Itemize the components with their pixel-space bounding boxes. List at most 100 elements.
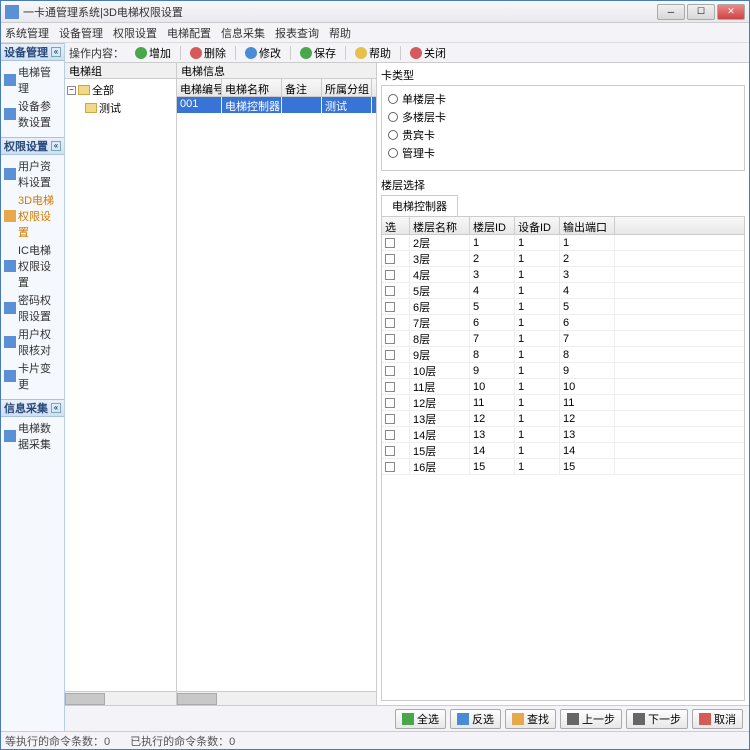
column-header[interactable]: 所属分组 xyxy=(322,79,372,96)
action-button[interactable]: 全选 xyxy=(395,709,446,729)
tree-child[interactable]: 测试 xyxy=(85,99,174,117)
button-icon xyxy=(699,713,711,725)
tab-controller[interactable]: 电梯控制器 xyxy=(381,195,458,216)
scrollbar-thumb[interactable] xyxy=(177,693,217,705)
menu-item[interactable]: 报表查询 xyxy=(275,25,319,41)
table-cell: 8层 xyxy=(410,331,470,346)
button-label: 全选 xyxy=(417,711,439,727)
collapse-icon[interactable]: « xyxy=(51,141,61,151)
table-row[interactable]: 4层313 xyxy=(382,267,744,283)
checkbox[interactable] xyxy=(385,350,395,360)
radio-option[interactable]: 多楼层卡 xyxy=(388,108,738,126)
menu-item[interactable]: 权限设置 xyxy=(113,25,157,41)
column-header[interactable]: 选择 xyxy=(382,217,410,234)
checkbox[interactable] xyxy=(385,334,395,344)
column-header[interactable]: 备注 xyxy=(282,79,322,96)
panel-header[interactable]: 权限设置« xyxy=(1,137,64,155)
checkbox[interactable] xyxy=(385,398,395,408)
radio-option[interactable]: 单楼层卡 xyxy=(388,90,738,108)
toolbar-button-label: 帮助 xyxy=(369,45,391,61)
table-cell: 1 xyxy=(515,251,560,266)
checkbox[interactable] xyxy=(385,366,395,376)
sidebar-item[interactable]: 电梯数据采集 xyxy=(3,419,62,453)
action-button[interactable]: 反选 xyxy=(450,709,501,729)
sidebar-item[interactable]: 用户权限核对 xyxy=(3,325,62,359)
collapse-icon[interactable]: − xyxy=(67,86,76,95)
column-header[interactable]: 设备ID xyxy=(515,217,560,234)
menu-item[interactable]: 帮助 xyxy=(329,25,351,41)
elevator-scrollbar[interactable] xyxy=(177,691,376,705)
column-header[interactable]: 楼层ID xyxy=(470,217,515,234)
table-row[interactable]: 13层12112 xyxy=(382,411,744,427)
sidebar-item[interactable]: 密码权限设置 xyxy=(3,291,62,325)
checkbox[interactable] xyxy=(385,270,395,280)
tree-root[interactable]: − 全部 xyxy=(67,81,174,99)
action-button[interactable]: 查找 xyxy=(505,709,556,729)
maximize-button[interactable]: ☐ xyxy=(687,4,715,20)
table-cell: 3层 xyxy=(410,251,470,266)
checkbox[interactable] xyxy=(385,382,395,392)
column-header[interactable]: 楼层名称 xyxy=(410,217,470,234)
toolbar-button[interactable]: 增加 xyxy=(130,43,176,63)
checkbox[interactable] xyxy=(385,238,395,248)
window-title: 一卡通管理系统|3D电梯权限设置 xyxy=(23,4,657,20)
column-header[interactable]: 电梯编号 xyxy=(177,79,222,96)
checkbox[interactable] xyxy=(385,254,395,264)
table-row[interactable]: 15层14114 xyxy=(382,443,744,459)
collapse-icon[interactable]: « xyxy=(51,403,61,413)
sidebar-item[interactable]: 卡片变更 xyxy=(3,359,62,393)
table-cell xyxy=(382,235,410,250)
action-button[interactable]: 上一步 xyxy=(560,709,622,729)
table-row[interactable]: 5层414 xyxy=(382,283,744,299)
table-row[interactable]: 14层13113 xyxy=(382,427,744,443)
action-button[interactable]: 下一步 xyxy=(626,709,688,729)
checkbox[interactable] xyxy=(385,446,395,456)
collapse-icon[interactable]: « xyxy=(51,47,61,57)
sidebar-item[interactable]: 3D电梯权限设置 xyxy=(3,191,62,241)
minimize-button[interactable]: ─ xyxy=(657,4,685,20)
table-row[interactable]: 11层10110 xyxy=(382,379,744,395)
close-button[interactable]: ✕ xyxy=(717,4,745,20)
sidebar-item[interactable]: IC电梯权限设置 xyxy=(3,241,62,291)
checkbox[interactable] xyxy=(385,286,395,296)
column-header[interactable]: 电梯名称 xyxy=(222,79,282,96)
sidebar-item[interactable]: 设备参数设置 xyxy=(3,97,62,131)
table-row[interactable]: 16层15115 xyxy=(382,459,744,475)
radio-option[interactable]: 贵宾卡 xyxy=(388,126,738,144)
toolbar-button[interactable]: 修改 xyxy=(240,43,286,63)
radio-option[interactable]: 管理卡 xyxy=(388,144,738,162)
checkbox[interactable] xyxy=(385,414,395,424)
sidebar-item[interactable]: 电梯管理 xyxy=(3,63,62,97)
column-header[interactable]: 输出端口 xyxy=(560,217,615,234)
checkbox[interactable] xyxy=(385,462,395,472)
table-row[interactable]: 8层717 xyxy=(382,331,744,347)
table-row[interactable]: 001电梯控制器测试 xyxy=(177,97,376,113)
scrollbar-thumb[interactable] xyxy=(65,693,105,705)
toolbar-button[interactable]: 删除 xyxy=(185,43,231,63)
table-row[interactable]: 9层818 xyxy=(382,347,744,363)
panel-header[interactable]: 信息采集« xyxy=(1,399,64,417)
checkbox[interactable] xyxy=(385,430,395,440)
menu-item[interactable]: 信息采集 xyxy=(221,25,265,41)
toolbar-button[interactable]: 关闭 xyxy=(405,43,451,63)
action-button[interactable]: 取消 xyxy=(692,709,743,729)
panel-header[interactable]: 设备管理« xyxy=(1,43,64,61)
toolbar-button[interactable]: 帮助 xyxy=(350,43,396,63)
table-row[interactable]: 6层515 xyxy=(382,299,744,315)
table-row[interactable]: 12层11111 xyxy=(382,395,744,411)
menu-item[interactable]: 电梯配置 xyxy=(167,25,211,41)
table-cell: 1 xyxy=(560,235,615,250)
table-row[interactable]: 10层919 xyxy=(382,363,744,379)
table-cell: 1 xyxy=(515,363,560,378)
table-row[interactable]: 3层212 xyxy=(382,251,744,267)
table-row[interactable]: 2层111 xyxy=(382,235,744,251)
toolbar-button[interactable]: 保存 xyxy=(295,43,341,63)
checkbox[interactable] xyxy=(385,302,395,312)
checkbox[interactable] xyxy=(385,318,395,328)
menu-item[interactable]: 设备管理 xyxy=(59,25,103,41)
table-row[interactable]: 7层616 xyxy=(382,315,744,331)
sidebar-item[interactable]: 用户资料设置 xyxy=(3,157,62,191)
menu-item[interactable]: 系统管理 xyxy=(5,25,49,41)
tree-scrollbar[interactable] xyxy=(65,691,176,705)
table-cell: 13 xyxy=(470,427,515,442)
